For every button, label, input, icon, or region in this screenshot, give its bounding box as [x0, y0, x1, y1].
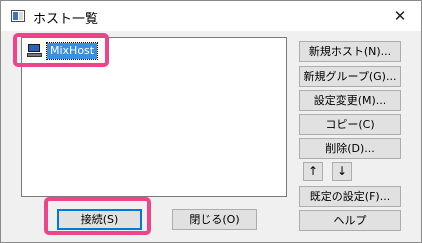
help-button[interactable]: ヘルプ — [299, 210, 401, 231]
move-down-button[interactable]: ↓ — [332, 162, 352, 181]
new-host-button[interactable]: 新規ホスト(N)... — [299, 41, 401, 62]
app-window-icon — [11, 10, 25, 22]
new-group-button[interactable]: 新規グループ(G)... — [299, 66, 401, 87]
delete-button[interactable]: 削除(D)... — [299, 138, 401, 159]
copy-button[interactable]: コピー(C) — [299, 114, 401, 135]
close-icon[interactable]: ✕ — [389, 6, 411, 26]
close-button[interactable]: 閉じる(O) — [172, 209, 257, 230]
host-list[interactable]: MixHost — [21, 37, 287, 197]
dialog-title: ホスト一覧 — [33, 12, 99, 27]
host-item-label[interactable]: MixHost — [45, 42, 99, 60]
connect-button[interactable]: 接続(S) — [57, 209, 142, 230]
title-bar: ホスト一覧 ✕ — [1, 1, 421, 31]
edit-settings-button[interactable]: 設定変更(M)... — [299, 90, 401, 111]
default-settings-button[interactable]: 既定の設定(F)... — [299, 186, 401, 207]
move-up-button[interactable]: ↑ — [303, 162, 323, 181]
computer-icon — [27, 44, 42, 58]
host-list-dialog: ホスト一覧 ✕ MixHost 新規ホスト(N)... 新規グループ(G)...… — [0, 0, 422, 243]
